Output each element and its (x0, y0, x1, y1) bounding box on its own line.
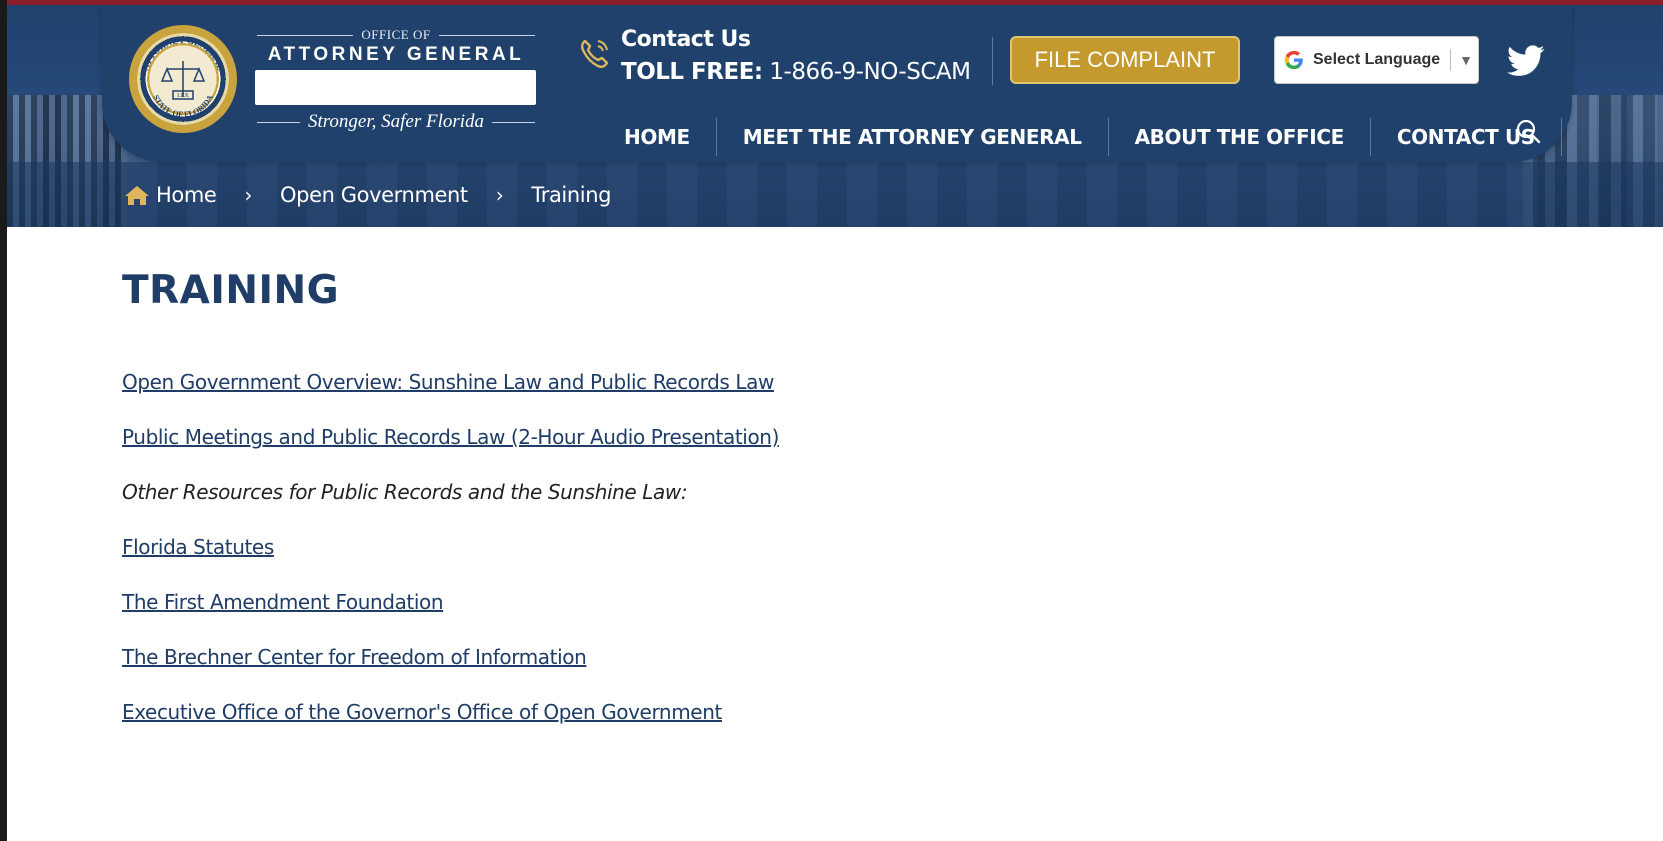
main-content: Open Government Overview: Sunshine Law a… (122, 370, 1422, 755)
content-row: The Brechner Center for Freedom of Infor… (122, 645, 1422, 700)
breadcrumb: Home › Open Government › Training (124, 177, 611, 213)
nav-item-about-the-office[interactable]: ABOUT THE OFFICE (1109, 117, 1370, 157)
twitter-icon[interactable] (1507, 45, 1545, 77)
toll-free-label: TOLL FREE: (621, 59, 763, 85)
chevron-right-icon: › (244, 183, 253, 207)
link-first-amendment-foundation[interactable]: The First Amendment Foundation (122, 590, 444, 614)
other-resources-heading: Other Resources for Public Records and t… (122, 480, 688, 504)
brand-rule-right (438, 34, 536, 36)
brand-tagline: Stronger, Safer Florida (257, 111, 536, 133)
header-divider (992, 37, 993, 85)
content-row: Open Government Overview: Sunshine Law a… (122, 370, 1422, 425)
tagline-rule-left (257, 121, 300, 123)
main-nav: HOME MEET THE ATTORNEY GENERAL ABOUT THE… (602, 117, 1562, 157)
brand-title[interactable]: ATTORNEY GENERAL (257, 44, 535, 66)
search-icon[interactable] (1514, 117, 1544, 147)
nav-item-meet-the-attorney-general[interactable]: MEET THE ATTORNEY GENERAL (717, 117, 1108, 157)
link-brechner-center[interactable]: The Brechner Center for Freedom of Infor… (122, 645, 587, 669)
content-row: Florida Statutes (122, 535, 1422, 590)
tagline-rule-right (492, 121, 536, 123)
nav-separator (1560, 118, 1562, 156)
site-header: ATTORNEY GENERAL STATE OF FLORIDA LEX OF… (7, 5, 1663, 227)
select-language-dropdown[interactable]: Select Language ▼ (1274, 36, 1479, 84)
link-public-meetings-audio[interactable]: Public Meetings and Public Records Law (… (122, 425, 779, 449)
link-florida-statutes[interactable]: Florida Statutes (122, 535, 274, 559)
file-complaint-button[interactable]: FILE COMPLAINT (1010, 36, 1240, 84)
content-row: Executive Office of the Governor's Offic… (122, 700, 1422, 755)
brand-office-of: OFFICE OF (257, 27, 536, 43)
nav-item-home[interactable]: HOME (602, 117, 716, 157)
breadcrumb-open-government[interactable]: Open Government (280, 183, 468, 207)
chevron-right-icon: › (495, 183, 504, 207)
brand-office-text: OFFICE OF (361, 27, 431, 42)
page-title: TRAINING (122, 268, 340, 314)
contact-us-link[interactable]: Contact Us (621, 27, 751, 52)
seal-icon: ATTORNEY GENERAL STATE OF FLORIDA LEX (140, 35, 226, 119)
attorney-general-seal-logo[interactable]: ATTORNEY GENERAL STATE OF FLORIDA LEX (129, 25, 237, 133)
select-language-label: Select Language (1313, 51, 1441, 68)
breadcrumb-current: Training (531, 183, 612, 207)
content-row: The First Amendment Foundation (122, 590, 1422, 645)
content-row: Public Meetings and Public Records Law (… (122, 425, 1422, 480)
toll-free-line[interactable]: TOLL FREE: 1-866-9-NO-SCAM (621, 59, 971, 85)
tagline-text: Stronger, Safer Florida (307, 111, 485, 132)
brand-redacted-box (255, 70, 536, 105)
google-g-icon (1284, 50, 1303, 70)
phone-icon (581, 39, 609, 68)
seal-center-text: LEX (177, 93, 189, 99)
breadcrumb-home[interactable]: Home (156, 183, 217, 207)
language-separator (1450, 49, 1452, 71)
browser-viewport: ATTORNEY GENERAL STATE OF FLORIDA LEX OF… (7, 0, 1663, 841)
toll-free-number: 1-866-9-NO-SCAM (769, 59, 971, 85)
chevron-down-icon: ▼ (1459, 52, 1474, 68)
home-icon (125, 186, 149, 205)
content-row: Other Resources for Public Records and t… (122, 480, 1422, 535)
link-office-of-open-government[interactable]: Executive Office of the Governor's Offic… (122, 700, 722, 724)
brand-rule-left (257, 34, 354, 36)
link-open-government-overview[interactable]: Open Government Overview: Sunshine Law a… (122, 370, 774, 394)
